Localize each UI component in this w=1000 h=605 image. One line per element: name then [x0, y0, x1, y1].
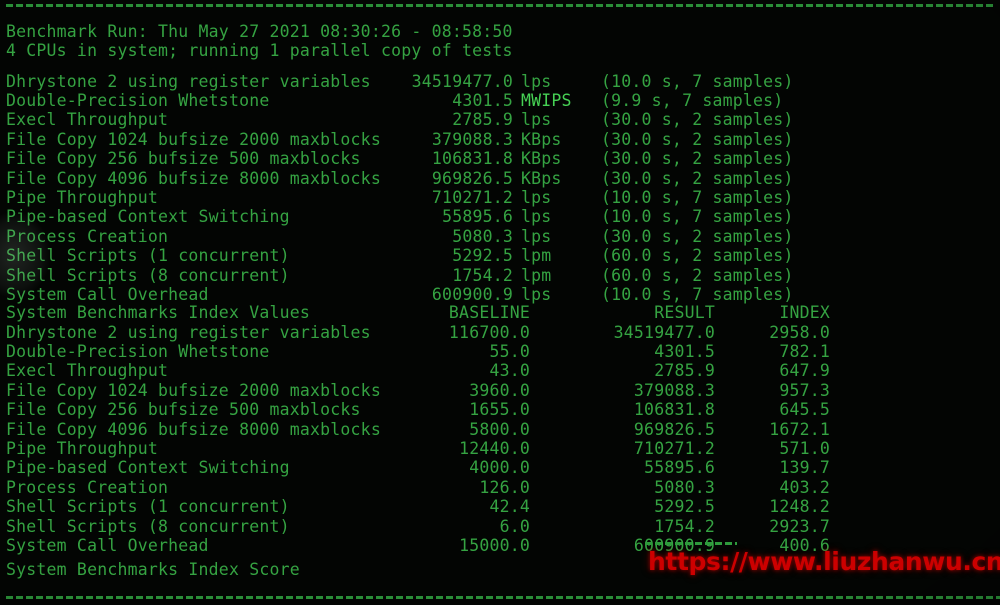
index-row-label: Process Creation [6, 477, 169, 497]
index-row-baseline: 43.0 [489, 361, 530, 381]
raw-result-label: Process Creation [6, 226, 169, 246]
score-separator [645, 542, 737, 545]
index-row-index: 1248.2 [769, 497, 830, 517]
index-row-label: Double-Precision Whetstone [6, 341, 270, 361]
index-row-baseline: 6.0 [499, 516, 530, 536]
index-row-label: Shell Scripts (8 concurrent) [6, 516, 290, 536]
raw-result-label: Shell Scripts (1 concurrent) [6, 246, 290, 266]
raw-result-label: System Call Overhead [6, 284, 209, 304]
index-row-baseline: 5800.0 [469, 419, 530, 439]
raw-result-unit: lpm [521, 246, 552, 266]
raw-result-samples: (10.0 s, 7 samples) [601, 71, 794, 91]
raw-result-value: 106831.8 [431, 149, 513, 169]
index-row-baseline: 3960.0 [469, 380, 530, 400]
index-row-index: 2958.0 [769, 322, 830, 342]
raw-result-value: 969826.5 [431, 168, 513, 188]
raw-result-value: 34519477.0 [411, 71, 513, 91]
index-row-baseline: 4000.0 [469, 458, 530, 478]
index-row-index: 2923.7 [769, 516, 830, 536]
raw-result-label: Double-Precision Whetstone [6, 90, 270, 110]
raw-result-samples: (9.9 s, 7 samples) [601, 90, 784, 110]
index-row-label: Pipe-based Context Switching [6, 458, 290, 478]
raw-result-value: 5080.3 [452, 226, 513, 246]
index-row-index: 782.1 [779, 341, 830, 361]
index-values-title: System Benchmarks Index Values [6, 303, 311, 322]
raw-result-label: Execl Throughput [6, 110, 169, 130]
raw-result-unit: lpm [521, 265, 552, 285]
raw-result-unit: lps [521, 110, 552, 130]
separator-top [6, 4, 994, 7]
raw-result-label: Pipe-based Context Switching [6, 207, 290, 227]
raw-result-unit: lps [521, 207, 552, 227]
raw-result-value: 710271.2 [431, 187, 513, 207]
raw-result-value: 600900.9 [431, 284, 513, 304]
separator-bottom [6, 596, 1000, 599]
raw-result-value: 5292.5 [452, 246, 513, 266]
raw-result-samples: (10.0 s, 7 samples) [601, 187, 794, 207]
index-row-label: Shell Scripts (1 concurrent) [6, 497, 290, 517]
index-row-index: 645.5 [779, 400, 830, 420]
raw-result-samples: (10.0 s, 7 samples) [601, 284, 794, 304]
raw-result-label: Pipe Throughput [6, 187, 159, 207]
raw-result-samples: (60.0 s, 2 samples) [601, 265, 794, 285]
raw-result-samples: (30.0 s, 2 samples) [601, 168, 794, 188]
raw-result-label: Shell Scripts (8 concurrent) [6, 265, 290, 285]
raw-result-value: 1754.2 [452, 265, 513, 285]
raw-result-value: 2785.9 [452, 110, 513, 130]
index-row-baseline: 116700.0 [448, 322, 530, 342]
index-row-label: Execl Throughput [6, 361, 169, 381]
raw-result-value: 379088.3 [431, 129, 513, 149]
terminal-window: Benchmark Run: Thu May 27 2021 08:30:26 … [0, 0, 1000, 605]
raw-result-unit: lps [521, 284, 552, 304]
index-row-baseline: 42.4 [489, 497, 530, 517]
raw-result-samples: (60.0 s, 2 samples) [601, 246, 794, 266]
raw-result-unit: lps [521, 187, 552, 207]
raw-result-samples: (30.0 s, 2 samples) [601, 129, 794, 149]
raw-result-value: 55895.6 [442, 207, 513, 227]
raw-result-samples: (30.0 s, 2 samples) [601, 226, 794, 246]
raw-result-unit: KBps [521, 129, 562, 149]
index-row-index: 647.9 [779, 361, 830, 381]
cpu-count-line: 4 CPUs in system; running 1 parallel cop… [6, 41, 513, 61]
raw-result-unit: KBps [521, 149, 562, 169]
raw-result-value: 4301.5 [452, 90, 513, 110]
raw-result-samples: (10.0 s, 7 samples) [601, 207, 794, 227]
index-row-baseline: 1655.0 [469, 400, 530, 420]
column-header-index: INDEX [779, 303, 830, 322]
raw-result-samples: (30.0 s, 2 samples) [601, 149, 794, 169]
index-row-label: Pipe Throughput [6, 438, 159, 458]
index-row-index: 957.3 [779, 380, 830, 400]
index-score-label: System Benchmarks Index Score [6, 560, 300, 579]
column-header-baseline: BASELINE [448, 303, 530, 322]
raw-result-unit: MWIPS [521, 90, 572, 110]
raw-result-unit: lps [521, 71, 552, 91]
index-row-baseline: 12440.0 [459, 438, 530, 458]
benchmark-run-line: Benchmark Run: Thu May 27 2021 08:30:26 … [6, 22, 513, 41]
index-row-baseline: 55.0 [489, 341, 530, 361]
raw-result-samples: (30.0 s, 2 samples) [601, 110, 794, 130]
index-row-index: 139.7 [779, 458, 830, 478]
index-row-index: 1672.1 [769, 419, 830, 439]
raw-result-unit: KBps [521, 168, 562, 188]
site-watermark: https://www.liuzhanwu.cn [648, 547, 1000, 576]
raw-result-unit: lps [521, 226, 552, 246]
index-row-index: 403.2 [779, 477, 830, 497]
index-row-label: System Call Overhead [6, 535, 209, 555]
index-row-baseline: 15000.0 [459, 535, 530, 555]
index-row-baseline: 126.0 [479, 477, 530, 497]
index-row-index: 571.0 [779, 438, 830, 458]
